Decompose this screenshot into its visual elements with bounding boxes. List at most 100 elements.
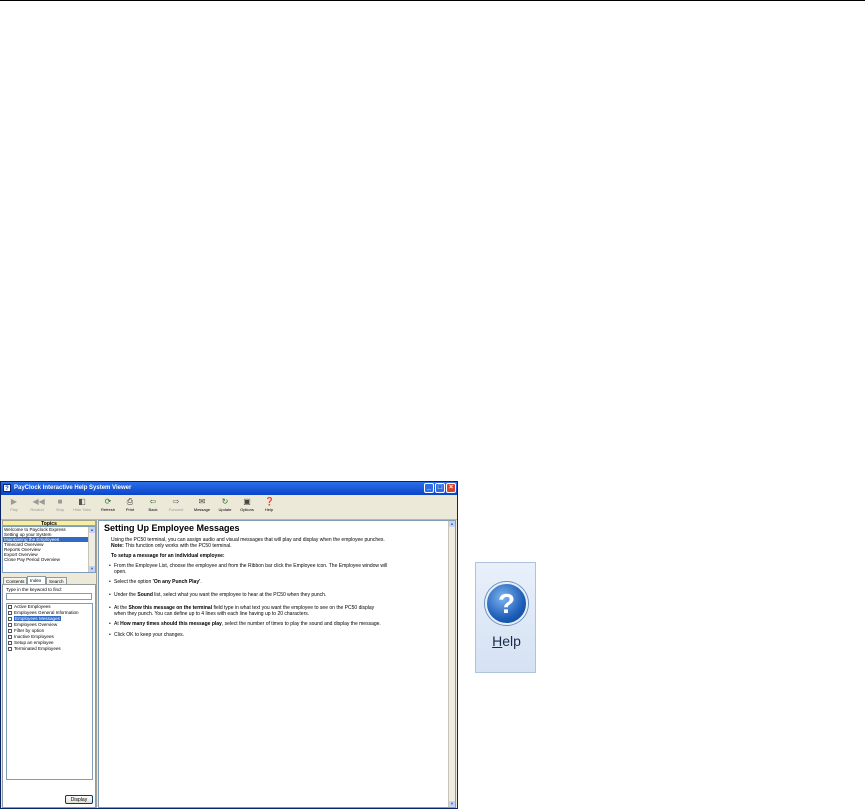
tab-contents[interactable]: Contents	[3, 577, 27, 584]
display-button[interactable]: Display	[65, 795, 93, 804]
step-1-text-cont: open.	[114, 569, 127, 575]
options-button[interactable]: ▣ Options	[236, 497, 258, 517]
scroll-down-icon[interactable]: ▼	[89, 566, 95, 572]
options-icon: ▣	[243, 497, 251, 506]
stop-button[interactable]: ■ Stop	[49, 497, 71, 517]
help-label-rest: elp	[502, 633, 521, 649]
help-toolbar-button[interactable]: ❓ Help	[258, 497, 280, 517]
document-icon	[8, 634, 12, 639]
forward-icon: ⇨	[172, 497, 180, 506]
update-button[interactable]: ↻ Update	[214, 497, 236, 517]
hide-tabs-button[interactable]: ◧ Hide Tabs	[71, 497, 93, 517]
step-3-text: Under the	[114, 592, 138, 598]
help-accelerator: H	[492, 633, 503, 649]
topics-list: Welcome to Payclock Express Setting up y…	[2, 526, 96, 573]
note-body: This function only works with the PC50 t…	[123, 543, 232, 549]
help-app-icon: ?	[3, 484, 11, 492]
help-question-icon: ?	[485, 582, 528, 625]
step-item: From the Employee List, choose the emplo…	[109, 563, 444, 575]
rewind-button[interactable]: ◀◀ Rewind	[26, 497, 48, 517]
stop-label: Stop	[55, 507, 65, 512]
step-3-end: list, select what you want the employee …	[152, 592, 327, 598]
document-icon	[8, 640, 12, 645]
forward-button[interactable]: ⇨ Forward	[165, 497, 187, 517]
tab-index[interactable]: Index	[27, 576, 46, 584]
options-label: Options	[240, 507, 254, 512]
content-scrollbar[interactable]: ▲ ▼	[448, 521, 455, 807]
back-button[interactable]: ⇦ Back	[142, 497, 164, 517]
index-item-label: Active Employees	[14, 604, 51, 609]
index-item-label: Employees Messages	[14, 616, 61, 621]
play-button[interactable]: ▶ Play	[3, 497, 25, 517]
step-5-bold: How many times should this message play	[120, 621, 222, 627]
step-item: At the Show this message on the terminal…	[109, 605, 444, 617]
window-title: PayClock Interactive Help System Viewer	[14, 485, 132, 491]
scroll-up-icon[interactable]: ▲	[449, 521, 455, 527]
hide-tabs-icon: ◧	[78, 497, 86, 506]
window-titlebar[interactable]: ? PayClock Interactive Help System Viewe…	[1, 482, 457, 495]
index-item-label: Inactive Employees	[14, 634, 54, 639]
document-icon	[8, 604, 12, 609]
index-item-label: Employees Overview	[14, 622, 58, 627]
keyword-label: Type in the keyword to find:	[6, 587, 62, 592]
index-item-label: Filter by option	[14, 628, 45, 633]
stop-icon: ■	[57, 497, 63, 506]
message-label: Message	[193, 507, 211, 512]
print-button[interactable]: ⎙ Print	[119, 497, 141, 517]
document-icon	[8, 610, 12, 615]
forward-label: Forward	[168, 507, 184, 512]
help-viewer-window: ? PayClock Interactive Help System Viewe…	[0, 481, 458, 809]
step-3-bold: Sound	[137, 592, 153, 598]
topic-item[interactable]: Close Pay Period Overview	[3, 557, 95, 562]
update-label: Update	[218, 507, 232, 512]
step-item: At How many times should this message pl…	[109, 621, 444, 627]
document-icon	[8, 616, 12, 621]
page-top-rule	[0, 0, 865, 1]
refresh-label: Refresh	[100, 507, 115, 512]
step-2-bold: 'On any Punch Play'	[152, 579, 201, 585]
close-button[interactable]: ×	[446, 483, 456, 493]
help-ribbon-button[interactable]: ? Help	[475, 562, 536, 673]
index-item-label: Setup an employee	[14, 640, 54, 645]
document-icon	[8, 646, 12, 651]
rewind-label: Rewind	[30, 507, 44, 512]
index-item-label: Employees General Information	[14, 610, 79, 615]
help-icon: ❓	[264, 497, 275, 506]
print-icon: ⎙	[126, 497, 134, 506]
print-label: Print	[125, 507, 135, 512]
update-icon: ↻	[221, 497, 229, 506]
maximize-button[interactable]: □	[435, 483, 445, 493]
setup-subheading: To setup a message for an individual emp…	[111, 553, 225, 559]
hide-tabs-label: Hide Tabs	[73, 507, 91, 512]
step-item: Under the Sound list, select what you wa…	[109, 592, 444, 598]
keyword-input[interactable]	[6, 593, 92, 600]
scroll-up-icon[interactable]: ▲	[89, 527, 95, 533]
refresh-button[interactable]: ⟳ Refresh	[97, 497, 119, 517]
navigation-pane: Topics Welcome to Payclock Express Setti…	[2, 520, 97, 808]
index-tab-panel: Type in the keyword to find: Active Empl…	[2, 584, 96, 808]
note-text: Note: This function only works with the …	[111, 543, 232, 549]
step-5-end: , select the number of times to play the…	[221, 621, 381, 627]
back-icon: ⇦	[149, 497, 157, 506]
message-button[interactable]: ✉ Message	[191, 497, 213, 517]
note-label: Note:	[111, 543, 124, 549]
toolbar: ▶ Play ◀◀ Rewind ■ Stop ◧ Hide Tabs ⟳ Re…	[1, 495, 457, 520]
scroll-down-icon[interactable]: ▼	[449, 801, 455, 807]
play-icon: ▶	[10, 497, 18, 506]
tab-search[interactable]: Search	[46, 577, 67, 584]
step-4-text-cont: when they punch. You can define up to 4 …	[114, 611, 310, 617]
rewind-icon: ◀◀	[32, 497, 45, 506]
step-2-end: .	[200, 579, 202, 585]
topics-scrollbar[interactable]: ▲ ▼	[88, 527, 95, 572]
index-item-label: Terminated Employees	[14, 646, 61, 651]
step-item: Click OK to keep your changes.	[109, 632, 444, 638]
document-icon	[8, 622, 12, 627]
step-item: Select the option 'On any Punch Play'.	[109, 579, 444, 585]
back-label: Back	[148, 507, 158, 512]
message-icon: ✉	[198, 497, 206, 506]
document-icon	[8, 628, 12, 633]
step-6-text: Click OK to keep your changes.	[114, 632, 185, 638]
minimize-button[interactable]: _	[424, 483, 434, 493]
help-ribbon-label: Help	[476, 633, 537, 649]
index-item[interactable]: Terminated Employees	[7, 646, 92, 652]
